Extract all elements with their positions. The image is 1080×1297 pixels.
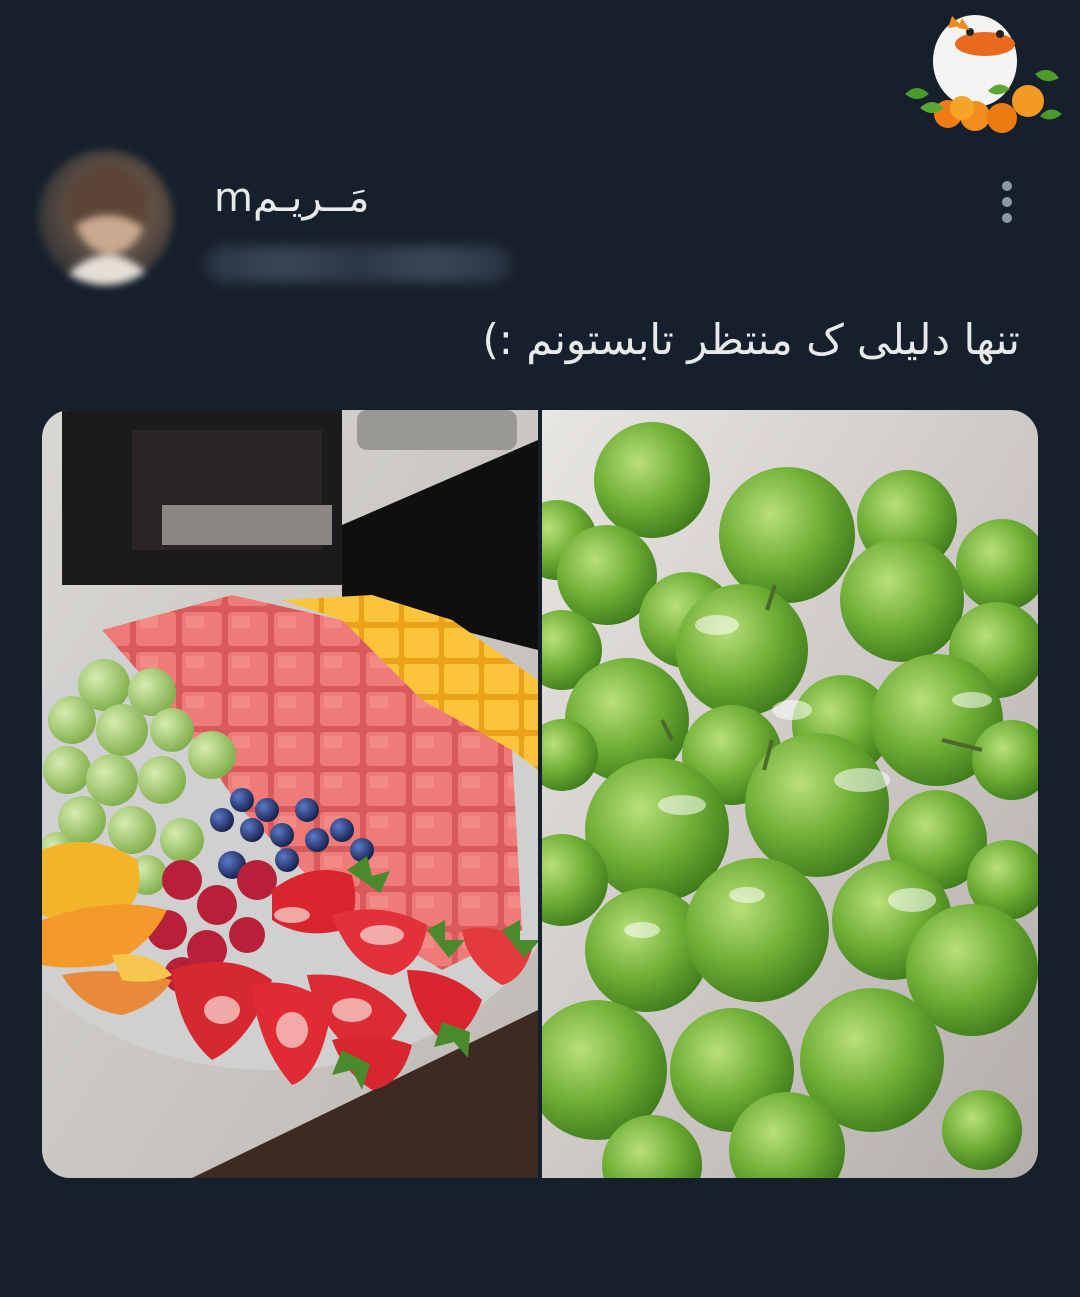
- avatar[interactable]: [38, 150, 173, 285]
- user-handle[interactable]: @•••••••: [205, 246, 510, 282]
- green-plums-photo[interactable]: [542, 410, 1038, 1178]
- display-name[interactable]: مَــریـمm: [214, 168, 414, 228]
- duck-sticker-icon: [905, 15, 1062, 133]
- more-options-button[interactable]: [990, 175, 1024, 229]
- fruit-platter-photo[interactable]: [42, 410, 538, 1178]
- tweet: مَــریـمm @••••••• تنها دلیلی ک منتظر تا…: [0, 0, 1080, 1297]
- tweet-text: تنها دلیلی ک منتظر تابستونم :): [482, 315, 1020, 364]
- more-dot-icon: [1002, 197, 1012, 207]
- more-dot-icon: [1002, 181, 1012, 191]
- tweet-media[interactable]: [42, 410, 1038, 1178]
- avatar-image: [58, 165, 158, 285]
- more-dot-icon: [1002, 213, 1012, 223]
